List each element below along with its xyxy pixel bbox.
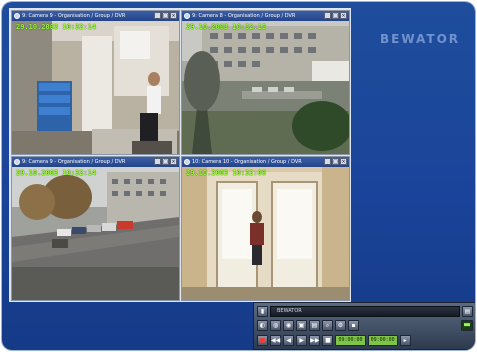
- panel-layout-icon[interactable]: ▤: [462, 306, 473, 317]
- camera-tile-2[interactable]: 9: Camera 8 - Organisation / Group / DVR…: [181, 10, 350, 155]
- camera-feed-building: [182, 21, 349, 154]
- camera-title: 9: Camera 8 - Organisation / Group / DVR: [192, 13, 296, 19]
- camera-title: 9: Camera 9 - Organisation / Group / DVR: [22, 13, 126, 19]
- camera-status-icon: [14, 159, 20, 165]
- camera-title-bar[interactable]: 10: Camera 10 - Organisation / Group / D…: [182, 157, 349, 167]
- stop-square-button[interactable]: ■: [322, 335, 334, 346]
- rewind-button[interactable]: ◀◀: [270, 335, 282, 346]
- panel-display: BEWATOR: [270, 306, 460, 317]
- playback-control-panel: ▮ BEWATOR ▤ ◐ ◍ ◉ ▣ ▤ ⌕ ⚙ ▪ ■■ ■ ◀◀ ◀ ▶ …: [253, 302, 475, 350]
- minimize-icon[interactable]: _: [154, 12, 161, 19]
- camera-timestamp: 29.10.2003 10:32:09: [186, 169, 267, 177]
- minimize-icon[interactable]: _: [324, 12, 331, 19]
- camera-status-icon: [14, 13, 20, 19]
- status-lcd: ■■: [460, 320, 473, 331]
- camera-status-icon: [184, 13, 190, 19]
- time-counter-left: 09:00:00: [335, 335, 366, 346]
- camera-tile-3[interactable]: 9: Camera 9 - Organisation / Group / DVR…: [11, 156, 180, 301]
- settings-icon[interactable]: ⚙: [335, 320, 346, 331]
- print-icon[interactable]: ▤: [309, 320, 320, 331]
- camera-feed-office: [12, 21, 179, 154]
- camera-feed-entrance: [182, 167, 349, 300]
- search-icon[interactable]: ⌕: [322, 320, 333, 331]
- camera-tile-1[interactable]: 9: Camera 9 - Organisation / Group / DVR…: [11, 10, 180, 155]
- maximize-icon[interactable]: □: [162, 158, 169, 165]
- close-icon[interactable]: ×: [170, 12, 177, 19]
- camera-tile-4[interactable]: 10: Camera 10 - Organisation / Group / D…: [181, 156, 350, 301]
- camera-feed-parking: [12, 167, 179, 300]
- camera-title: 10: Camera 10 - Organisation / Group / D…: [192, 159, 302, 165]
- maximize-icon[interactable]: □: [162, 12, 169, 19]
- panel-menu-button[interactable]: ▮: [257, 306, 268, 317]
- stop-button[interactable]: ■: [257, 335, 268, 346]
- step-back-button[interactable]: ◀: [283, 335, 295, 346]
- camera-title-bar[interactable]: 9: Camera 9 - Organisation / Group / DVR…: [12, 157, 179, 167]
- app-window: BEWATOR 9: Camera 9 - Organisation / Gro…: [2, 2, 475, 350]
- record-icon[interactable]: ◉: [283, 320, 294, 331]
- globe-icon[interactable]: ◍: [270, 320, 281, 331]
- time-counter-right: 09:00:00: [367, 335, 398, 346]
- close-icon[interactable]: ×: [170, 158, 177, 165]
- snapshot-icon[interactable]: ▣: [296, 320, 307, 331]
- brand-logo: BEWATOR: [380, 32, 461, 46]
- maximize-icon[interactable]: □: [332, 12, 339, 19]
- camera-title: 9: Camera 9 - Organisation / Group / DVR: [22, 159, 126, 165]
- camera-select-button[interactable]: ◐: [257, 320, 268, 331]
- camera-timestamp: 29.10.2003 10:32:15: [186, 23, 267, 31]
- play-button[interactable]: ▶: [296, 335, 308, 346]
- close-icon[interactable]: ×: [340, 158, 347, 165]
- camera-grid: 9: Camera 9 - Organisation / Group / DVR…: [9, 8, 351, 302]
- camera-title-bar[interactable]: 9: Camera 9 - Organisation / Group / DVR…: [12, 11, 179, 21]
- close-icon[interactable]: ×: [340, 12, 347, 19]
- camera-title-bar[interactable]: 9: Camera 8 - Organisation / Group / DVR…: [182, 11, 349, 21]
- minimize-icon[interactable]: _: [324, 158, 331, 165]
- camera-status-icon: [184, 159, 190, 165]
- fast-forward-button[interactable]: ▶▶: [309, 335, 321, 346]
- lock-icon[interactable]: ▪: [348, 320, 359, 331]
- camera-timestamp: 29.10.2003 10:32:14: [16, 23, 97, 31]
- minimize-icon[interactable]: _: [154, 158, 161, 165]
- maximize-icon[interactable]: □: [332, 158, 339, 165]
- camera-timestamp: 29.10.2003 10:32:14: [16, 169, 97, 177]
- panel-display-label: BEWATOR: [277, 308, 302, 314]
- scroll-arrow-icon[interactable]: ▸: [399, 335, 411, 346]
